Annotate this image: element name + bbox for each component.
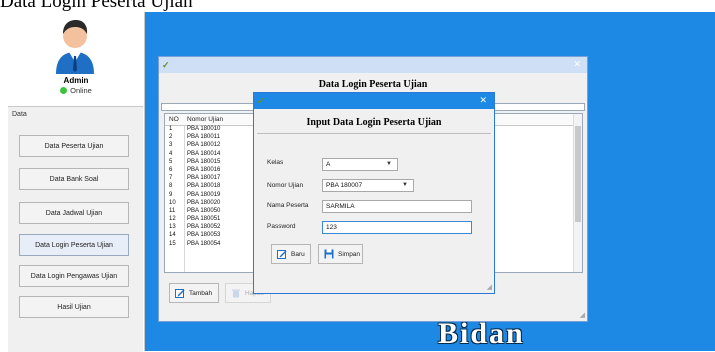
cell-no: 6 (169, 166, 173, 173)
menu-panel: Data Data Peserta Ujian Data Bank Soal D… (8, 106, 143, 352)
cell-nomor-ujian: PBA 180016 (187, 166, 221, 173)
cell-no: 13 (169, 224, 176, 231)
cell-nomor-ujian: PBA 180051 (187, 216, 221, 223)
window-titlebar[interactable]: ✓ ✕ (159, 57, 587, 73)
kelas-select[interactable]: A ▼ (322, 158, 398, 171)
cell-no: 2 (169, 134, 173, 141)
cell-no: 9 (169, 191, 173, 198)
cell-nomor-ujian: PBA 180019 (187, 191, 221, 198)
cell-nomor-ujian: PBA 180050 (187, 207, 221, 214)
nama-peserta-value: SARMILA (326, 203, 355, 210)
dialog-titlebar[interactable]: ✓ ✕ (254, 93, 494, 109)
admin-avatar-icon (56, 20, 94, 74)
dialog-heading: Input Data Login Peserta Ujian (306, 117, 442, 128)
password-input[interactable]: 123 (322, 221, 472, 234)
cell-nomor-ujian: PBA 180010 (187, 126, 221, 132)
app-icon: ✓ (162, 60, 170, 70)
nama-peserta-input[interactable]: SARMILA (322, 200, 472, 213)
trash-icon (232, 289, 240, 298)
simpan-label: Simpan (338, 250, 361, 258)
cell-no: 10 (169, 199, 176, 206)
cell-no: 12 (169, 216, 176, 223)
close-icon[interactable]: ✕ (573, 59, 581, 70)
edit-icon (277, 250, 287, 259)
app-icon: ✓ (257, 96, 265, 106)
password-label: Password (267, 223, 296, 230)
background-brand-text: Bidan (438, 317, 525, 350)
cell-nomor-ujian: PBA 180052 (187, 224, 221, 231)
cell-no: 8 (169, 183, 173, 190)
user-name: Admin (63, 76, 89, 85)
cell-nomor-ujian: PBA 180017 (187, 175, 221, 182)
window-heading: Data Login Peserta Ujian (318, 79, 428, 90)
menu-data-jadwal-ujian-button[interactable]: Data Jadwal Ujian (19, 202, 129, 224)
cell-no: 11 (169, 207, 176, 214)
divider (257, 133, 491, 134)
cell-no: 4 (169, 150, 173, 157)
cell-no: 3 (169, 142, 173, 149)
input-login-dialog: ✓ ✕ Input Data Login Peserta Ujian Kelas… (253, 92, 495, 294)
kelas-label: Kelas (267, 159, 284, 166)
cell-nomor-ujian: PBA 180053 (187, 232, 221, 239)
password-value: 123 (326, 224, 337, 231)
menu-data-login-pengawas-ujian-button[interactable]: Data Login Pengawas Ujian (19, 265, 129, 287)
nomor-ujian-value: PBA 180007 (326, 182, 363, 189)
column-header-nomor-ujian[interactable]: Nomor Ujian (187, 116, 223, 123)
tambah-label: Tambah (189, 289, 213, 297)
online-status-icon (60, 87, 68, 94)
baru-button[interactable]: Baru (271, 244, 311, 264)
nomor-ujian-label: Nomor Ujian (267, 182, 304, 189)
cell-nomor-ujian: PBA 180018 (187, 183, 221, 190)
nomor-ujian-select[interactable]: PBA 180007 ▼ (322, 179, 414, 192)
edit-icon (175, 289, 185, 298)
cell-nomor-ujian: PBA 180012 (187, 142, 221, 149)
cell-nomor-ujian: PBA 180011 (187, 134, 220, 141)
kelas-value: A (326, 161, 331, 168)
chevron-down-icon: ▼ (386, 161, 392, 167)
resize-grip-icon[interactable]: ◢ (580, 311, 585, 319)
scrollbar-thumb[interactable] (575, 126, 581, 222)
cell-no: 1 (169, 126, 173, 132)
chevron-down-icon: ▼ (402, 182, 408, 188)
cell-no: 7 (169, 175, 173, 182)
resize-grip-icon[interactable]: ◢ (487, 283, 492, 291)
menu-data-login-peserta-ujian-button[interactable]: Data Login Peserta Ujian (19, 234, 129, 256)
sidebar: Admin Online Data Data Peserta Ujian Dat… (8, 12, 145, 352)
baru-label: Baru (291, 250, 305, 258)
cell-no: 15 (169, 240, 176, 247)
app-window: Admin Online Data Data Peserta Ujian Dat… (8, 12, 715, 352)
menu-data-bank-soal-button[interactable]: Data Bank Soal (19, 168, 129, 190)
status-text: Online (70, 86, 92, 95)
vertical-scrollbar[interactable] (573, 114, 582, 272)
cell-no: 5 (169, 158, 173, 165)
menu-hasil-ujian-button[interactable]: Hasil Ujian (19, 296, 129, 318)
user-status: Online (8, 86, 144, 95)
column-header-no[interactable]: NO (169, 116, 179, 123)
cell-nomor-ujian: PBA 180014 (187, 150, 221, 157)
save-icon (324, 249, 334, 259)
tambah-button[interactable]: Tambah (169, 283, 219, 303)
simpan-button[interactable]: Simpan (318, 244, 363, 264)
nama-peserta-label: Nama Peserta (267, 202, 309, 209)
menu-data-peserta-ujian-button[interactable]: Data Peserta Ujian (19, 135, 129, 157)
cell-no: 14 (169, 232, 176, 239)
cell-nomor-ujian: PBA 180020 (187, 199, 221, 206)
cell-nomor-ujian: PBA 180015 (187, 158, 221, 165)
cell-nomor-ujian: PBA 180054 (187, 240, 221, 247)
menu-panel-title: Data (12, 111, 27, 118)
close-icon[interactable]: ✕ (479, 95, 487, 106)
